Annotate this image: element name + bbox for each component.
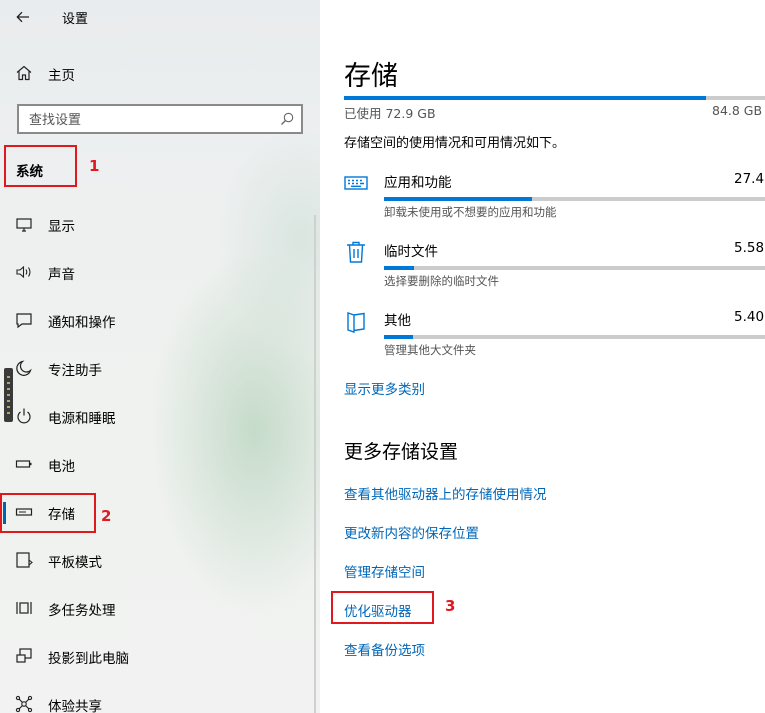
view-other-drives-link[interactable]: 查看其他驱动器上的存储使用情况: [344, 483, 547, 503]
category-bar-fill: [384, 197, 533, 201]
notification-icon: [16, 313, 32, 329]
tablet-icon: [16, 552, 33, 568]
back-button[interactable]: [10, 4, 36, 30]
trash-icon: [347, 241, 365, 263]
app-title: 设置: [62, 12, 89, 27]
battery-icon: [15, 460, 32, 468]
main-content: 存储 已使用 72.9 GB 84.8 GB 存储空间的使用情况和可用情况如下。…: [320, 0, 765, 713]
keyboard-icon: [344, 176, 368, 190]
category-other[interactable]: 其他 5.40 GB 管理其他大文件夹: [320, 309, 765, 369]
sidebar-item-label: 电池: [48, 459, 75, 475]
annotation-number-2: 2: [101, 507, 112, 525]
sidebar-item-sound[interactable]: 声音: [0, 252, 320, 292]
category-name: 其他: [384, 313, 411, 329]
sidebar-scrollbar[interactable]: [314, 215, 316, 713]
category-name: 应用和功能: [384, 175, 452, 191]
annotation-box-system: [4, 145, 77, 187]
sidebar-item-label: 电源和睡眠: [48, 411, 116, 427]
sidebar-item-home[interactable]: 主页: [0, 53, 320, 93]
category-size: 5.58 GB: [734, 240, 765, 256]
search-icon[interactable]: [279, 111, 295, 127]
category-subtext: 管理其他大文件夹: [384, 343, 476, 357]
side-slider-handle[interactable]: [4, 368, 13, 422]
page-title: 存储: [344, 61, 398, 92]
sidebar-item-display[interactable]: 显示: [0, 204, 320, 244]
category-size: 27.4 GB: [734, 171, 765, 187]
home-icon: [16, 65, 32, 81]
back-arrow-icon: [16, 11, 29, 23]
search-field[interactable]: [17, 104, 303, 134]
category-apps-features[interactable]: 应用和功能 27.4 GB 卸载未使用或不想要的应用和功能: [320, 171, 765, 231]
total-usage-bar: [344, 96, 765, 100]
more-storage-settings-heading: 更多存储设置: [344, 441, 459, 463]
annotation-box-storage: [0, 493, 96, 533]
sidebar-item-notifications[interactable]: 通知和操作: [0, 300, 320, 340]
change-save-location-link[interactable]: 更改新内容的保存位置: [344, 522, 479, 542]
category-bar: [384, 335, 765, 339]
used-space-label: 已使用 72.9 GB: [344, 106, 436, 121]
show-more-categories-link[interactable]: 显示更多类别: [344, 378, 425, 398]
sidebar-item-shared-experiences[interactable]: 体验共享: [0, 684, 320, 713]
multitask-icon: [16, 602, 32, 614]
annotation-box-optimize: [331, 591, 434, 624]
project-icon: [16, 648, 32, 663]
speaker-icon: [16, 265, 31, 279]
moon-icon: [16, 360, 32, 376]
total-usage-fill: [344, 96, 707, 100]
sidebar: 设置 主页 系统 显示 声音 通知和操作: [0, 0, 320, 713]
sidebar-item-battery[interactable]: 电池: [0, 444, 320, 484]
category-bar-fill: [384, 335, 413, 339]
category-bar: [384, 197, 765, 201]
view-backup-options-link[interactable]: 查看备份选项: [344, 639, 425, 659]
storage-description: 存储空间的使用情况和可用情况如下。: [344, 136, 566, 151]
sidebar-item-multitasking[interactable]: 多任务处理: [0, 588, 320, 628]
sidebar-item-label: 声音: [48, 267, 75, 283]
share-icon: [15, 695, 33, 713]
category-size: 5.40 GB: [734, 309, 765, 325]
category-subtext: 卸载未使用或不想要的应用和功能: [384, 205, 557, 219]
category-subtext: 选择要删除的临时文件: [384, 274, 499, 288]
category-temp-files[interactable]: 临时文件 5.58 GB 选择要删除的临时文件: [320, 240, 765, 300]
sidebar-item-label: 体验共享: [48, 699, 102, 713]
annotation-number-1: 1: [89, 157, 100, 175]
sidebar-item-label: 通知和操作: [48, 315, 116, 331]
search-input[interactable]: [27, 109, 271, 131]
sidebar-item-power-sleep[interactable]: 电源和睡眠: [0, 396, 320, 436]
category-bar: [384, 266, 765, 270]
monitor-icon: [16, 218, 32, 232]
power-icon: [17, 408, 31, 424]
category-bar-fill: [384, 266, 415, 270]
category-name: 临时文件: [384, 244, 438, 260]
folder-icon: [347, 312, 365, 333]
sidebar-item-label: 主页: [48, 68, 75, 84]
sidebar-item-label: 专注助手: [48, 363, 102, 379]
sidebar-item-label: 多任务处理: [48, 603, 116, 619]
manage-storage-spaces-link[interactable]: 管理存储空间: [344, 561, 425, 581]
sidebar-item-label: 显示: [48, 219, 75, 235]
title-bar: 设置: [0, 0, 320, 34]
total-space-label: 84.8 GB: [712, 103, 763, 118]
annotation-number-3: 3: [445, 597, 456, 615]
sidebar-item-project-to-pc[interactable]: 投影到此电脑: [0, 636, 320, 676]
sidebar-item-tablet-mode[interactable]: 平板模式: [0, 540, 320, 580]
sidebar-item-focus-assist[interactable]: 专注助手: [0, 348, 320, 388]
sidebar-item-label: 投影到此电脑: [48, 651, 129, 667]
sidebar-item-label: 平板模式: [48, 555, 102, 571]
